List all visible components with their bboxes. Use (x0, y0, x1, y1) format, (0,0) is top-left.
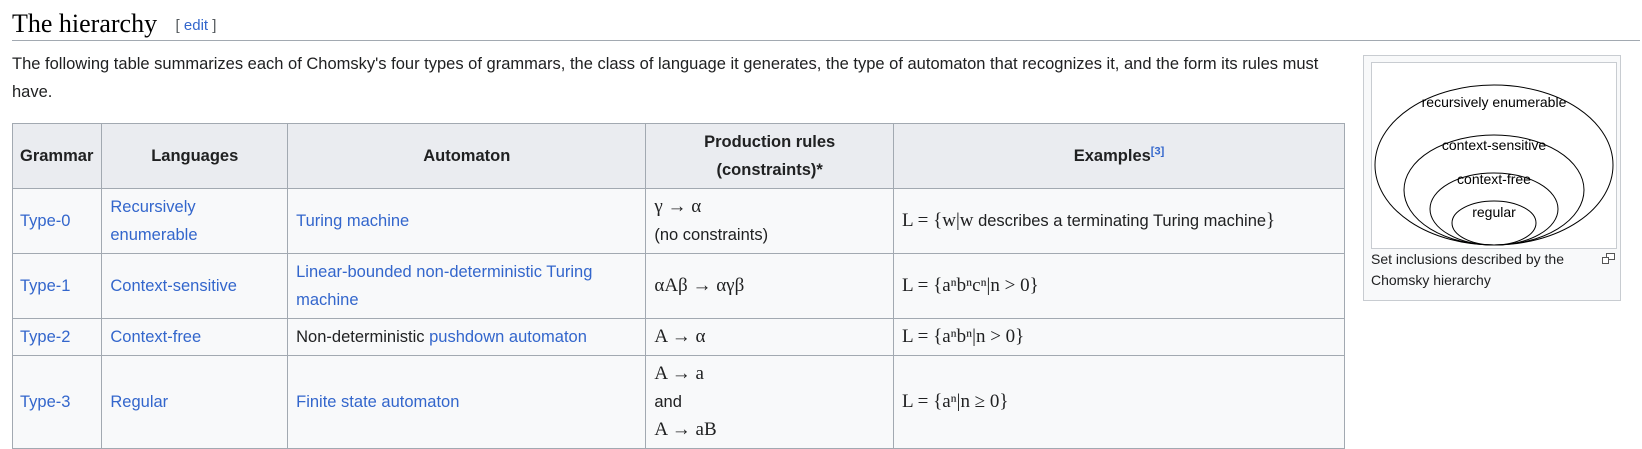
pushdown-automaton-link[interactable]: pushdown automaton (429, 328, 587, 346)
section-heading: The hierarchy [ edit ] (12, 4, 1640, 41)
grammar-cell: Type-3 (11, 355, 103, 449)
type-3-link[interactable]: Type-3 (20, 393, 70, 411)
type-1-link[interactable]: Type-1 (20, 277, 70, 295)
example-cell: L = {w|w describes a terminating Turing … (893, 188, 1345, 254)
context-free-link[interactable]: Context-free (110, 328, 201, 346)
magnify-clip-icon[interactable] (1602, 251, 1615, 269)
language-cell: Context-free (101, 318, 289, 356)
grammar-cell: Type-1 (11, 253, 103, 319)
language-cell: Context-sensitive (101, 253, 289, 319)
label-recursively-enumerable: recursively enumerable (1422, 94, 1567, 110)
table-header-row: Grammar Languages Automaton Production r… (11, 123, 1345, 189)
rule-formula: αAβ → αγβ (654, 275, 745, 296)
rules-cell: A → α (645, 318, 894, 356)
table-row: Type-2 Context-free Non-deterministic pu… (11, 318, 1345, 356)
example-formula: L = {aⁿbⁿcⁿ|n > 0} (902, 275, 1039, 296)
finite-state-automaton-link[interactable]: Finite state automaton (296, 393, 459, 411)
rule-formula: A → α (654, 326, 706, 347)
figure-caption: Set inclusions described by the Chomsky … (1371, 251, 1564, 288)
header-languages: Languages (101, 123, 289, 189)
rule-formula-2: A → aB (654, 419, 717, 440)
example-formula: L = {aⁿbⁿ|n > 0} (902, 326, 1025, 347)
language-cell: Recursively enumerable (101, 188, 289, 254)
rule-formula: γ → α (654, 196, 702, 217)
grammar-cell: Type-2 (11, 318, 103, 356)
regular-link[interactable]: Regular (110, 393, 168, 411)
edit-link[interactable]: edit (184, 17, 208, 34)
automaton-cell: Finite state automaton (287, 355, 647, 449)
hierarchy-diagram[interactable]: recursively enumerable context-sensitive… (1371, 62, 1617, 249)
type-2-link[interactable]: Type-2 (20, 328, 70, 346)
chomsky-hierarchy-table: Grammar Languages Automaton Production r… (11, 123, 1345, 449)
header-production-rules: Production rules (constraints)* (645, 123, 894, 189)
linear-bounded-automaton-link[interactable]: Linear-bounded non-deterministic Turing … (296, 263, 592, 309)
rules-cell: αAβ → αγβ (645, 253, 894, 319)
example-cell: L = {aⁿbⁿ|n > 0} (893, 318, 1345, 356)
figure-thumbnail: recursively enumerable context-sensitive… (1363, 55, 1621, 301)
set-inclusion-diagram: recursively enumerable context-sensitive… (1374, 84, 1614, 246)
rule-note: (no constraints) (654, 226, 769, 244)
example-cell: L = {aⁿbⁿcⁿ|n > 0} (893, 253, 1345, 319)
section-title: The hierarchy (12, 9, 158, 38)
rule-formula: A → a (654, 363, 704, 384)
table-row: Type-3 Regular Finite state automaton A … (11, 355, 1345, 449)
type-0-link[interactable]: Type-0 (20, 212, 70, 230)
intro-paragraph: The following table summarizes each of C… (12, 55, 1319, 101)
automaton-cell: Turing machine (287, 188, 647, 254)
reference-3-link[interactable]: [3] (1151, 146, 1164, 158)
header-grammar: Grammar (11, 123, 103, 189)
header-examples: Examples[3] (893, 123, 1345, 189)
example-formula: L = {aⁿ|n ≥ 0} (902, 391, 1009, 412)
recursively-enumerable-link[interactable]: Recursively enumerable (110, 198, 197, 244)
table-row: Type-0 Recursively enumerable Turing mac… (11, 188, 1345, 254)
turing-machine-link[interactable]: Turing machine (296, 212, 409, 230)
rules-cell: γ → α (no constraints) (645, 188, 894, 254)
rules-cell: A → a and A → aB (645, 355, 894, 449)
language-cell: Regular (101, 355, 289, 449)
label-context-free: context-free (1457, 171, 1531, 187)
automaton-cell: Linear-bounded non-deterministic Turing … (287, 253, 647, 319)
header-automaton: Automaton (287, 123, 647, 189)
context-sensitive-link[interactable]: Context-sensitive (110, 277, 237, 295)
automaton-cell: Non-deterministic pushdown automaton (287, 318, 647, 356)
grammar-cell: Type-0 (11, 188, 103, 254)
label-context-sensitive: context-sensitive (1442, 137, 1546, 153)
rule-joiner: and (654, 393, 682, 411)
table-row: Type-1 Context-sensitive Linear-bounded … (11, 253, 1345, 319)
example-cell: L = {aⁿ|n ≥ 0} (893, 355, 1345, 449)
label-regular: regular (1472, 204, 1516, 220)
edit-section: [ edit ] (175, 17, 217, 34)
